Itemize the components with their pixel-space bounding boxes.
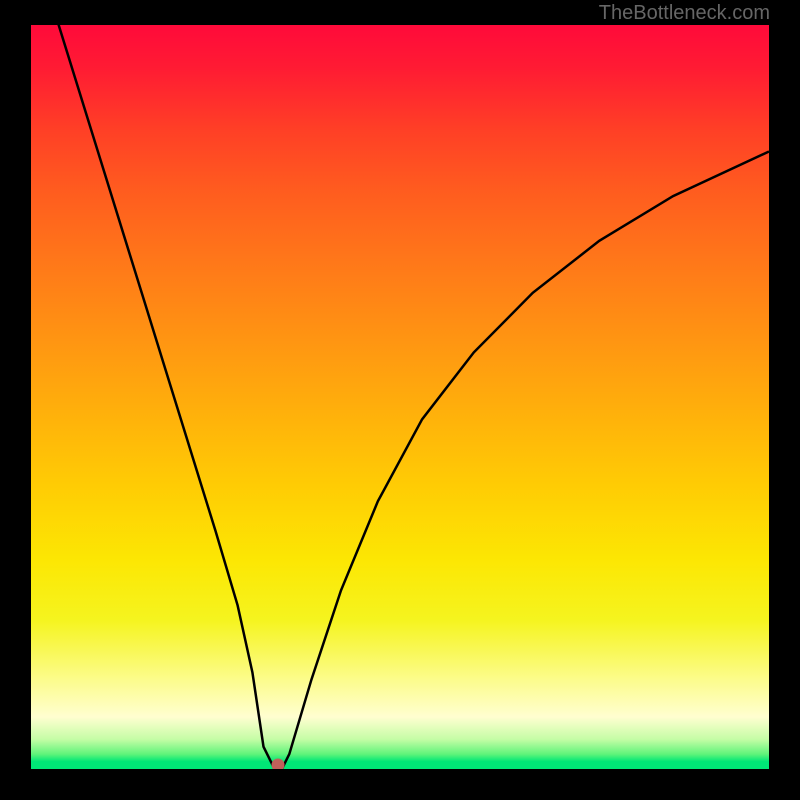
chart-curve-svg — [31, 25, 769, 769]
chart-plot-area — [31, 25, 769, 769]
bottleneck-curve — [31, 25, 769, 769]
watermark-text: TheBottleneck.com — [599, 2, 770, 25]
minimum-point-marker — [272, 759, 285, 769]
